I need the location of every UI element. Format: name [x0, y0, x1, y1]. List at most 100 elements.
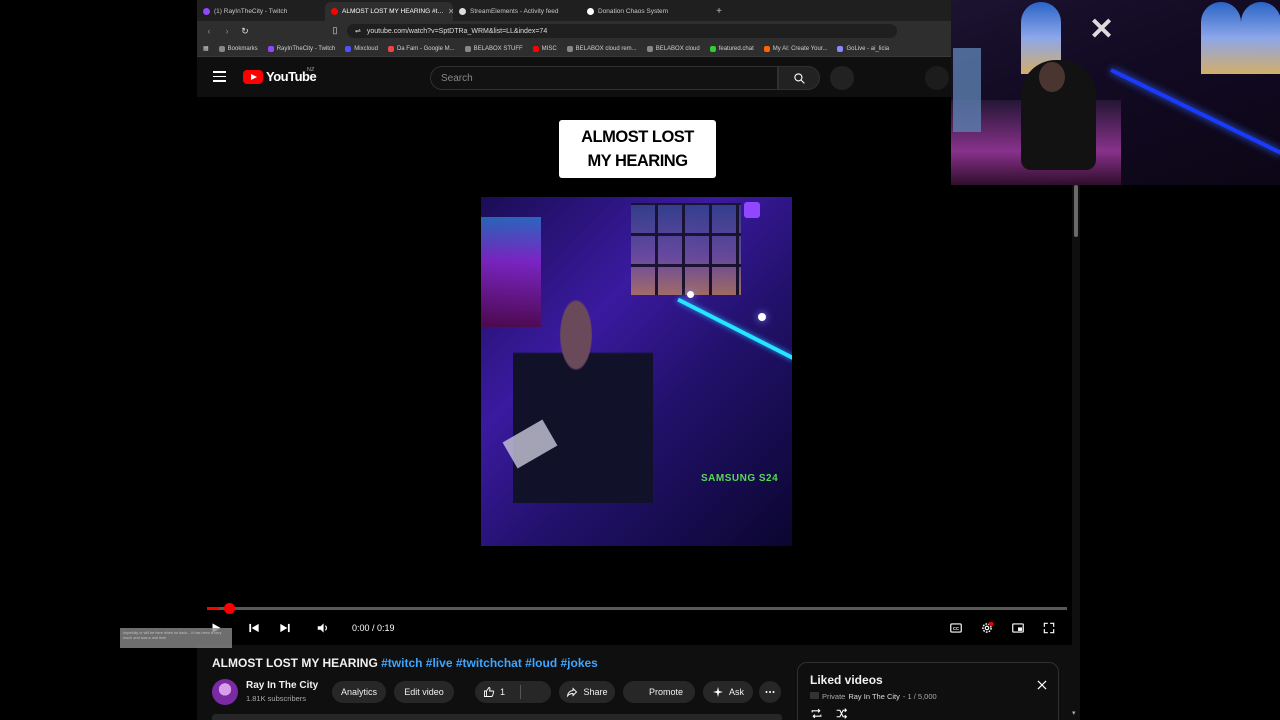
settings-button[interactable] — [978, 619, 996, 637]
country-code: NZ — [307, 67, 315, 73]
bookmark-item[interactable]: BELABOX STUFF — [464, 45, 523, 52]
bookmark-item[interactable]: Da Fam - Google M... — [387, 45, 455, 52]
site-info-icon[interactable]: ⇌ — [355, 27, 361, 35]
search-icon — [793, 72, 805, 84]
account-avatar[interactable] — [925, 66, 949, 90]
share-icon — [567, 687, 578, 698]
playlist-position: - 1 / 5,000 — [902, 692, 937, 701]
more-actions-button[interactable] — [759, 681, 781, 703]
tab-streamelements[interactable]: StreamElements - Activity feed — [453, 2, 581, 21]
tab-label: ALMOST LOST MY HEARING #t… — [342, 8, 444, 15]
previous-icon — [249, 623, 259, 633]
thumbs-up-icon — [484, 687, 495, 697]
progress-bar[interactable] — [207, 603, 1067, 614]
scroll-down-arrow-icon[interactable]: ▾ — [1072, 709, 1076, 717]
promote-button[interactable]: Promote — [623, 681, 695, 703]
time-display: 0:00 / 0:19 — [352, 623, 395, 633]
browser-window: (1) RayInTheCity - Twitch ALMOST LOST MY… — [197, 0, 1080, 720]
search-button[interactable] — [778, 66, 820, 90]
apps-icon[interactable]: ▦ — [203, 45, 209, 52]
miniplayer-button[interactable] — [1009, 619, 1027, 637]
edit-video-button[interactable]: Edit video — [394, 681, 454, 703]
loop-icon[interactable] — [810, 707, 823, 720]
playlist-privacy: Private — [822, 692, 846, 701]
like-button[interactable]: 1 — [475, 681, 551, 703]
tab-strip: (1) RayInTheCity - Twitch ALMOST LOST MY… — [197, 0, 1080, 21]
captions-icon: CC — [950, 623, 962, 633]
youtube-favicon-icon — [331, 8, 338, 15]
search-input[interactable]: Search — [430, 66, 778, 90]
bookmark-item[interactable]: Bookmarks — [218, 45, 258, 52]
volume-button[interactable] — [314, 619, 332, 637]
screen: (1) RayInTheCity - Twitch ALMOST LOST MY… — [0, 0, 1280, 720]
decor-x-icon: ✕ — [1089, 13, 1115, 46]
tab-twitch[interactable]: (1) RayInTheCity - Twitch — [197, 2, 325, 21]
close-icon — [1037, 680, 1047, 690]
previous-button[interactable] — [245, 619, 263, 637]
bookmark-item[interactable]: BELABOX cloud — [646, 45, 700, 52]
page-favicon-icon — [587, 8, 594, 15]
video-frame: SAMSUNG S24 — [481, 197, 792, 546]
ask-button[interactable]: Ask — [703, 681, 753, 703]
tab-label: StreamElements - Activity feed — [470, 8, 559, 15]
hamburger-menu-icon[interactable] — [213, 71, 226, 82]
channel-name[interactable]: Ray In The City — [246, 680, 318, 691]
youtube-play-logo-icon — [243, 69, 263, 84]
share-button[interactable]: Share — [559, 681, 615, 703]
subscriber-count: 1.81K subscribers — [246, 694, 307, 703]
like-count: 1 — [500, 687, 506, 697]
scrubber-handle[interactable] — [224, 603, 235, 614]
playlist-owner[interactable]: Ray In The City — [848, 692, 900, 701]
address-bar[interactable]: ⇌ youtube.com/watch?v=SptDTRa_WRM&list=L… — [347, 24, 897, 38]
bookmark-item[interactable]: Mixcloud — [345, 45, 378, 52]
bookmark-item[interactable]: GoLive - ai_licia — [837, 45, 889, 52]
voice-search-button[interactable] — [830, 66, 854, 90]
twitch-favicon-icon — [203, 8, 210, 15]
close-playlist-button[interactable] — [1035, 678, 1049, 692]
streamelements-favicon-icon — [459, 8, 466, 15]
bookmark-item[interactable]: My AI: Create Your... — [763, 45, 827, 52]
bookmark-item[interactable]: MISC — [532, 45, 557, 52]
playlist-title[interactable]: Liked videos — [810, 673, 883, 687]
youtube-logo[interactable]: YouTube — [243, 69, 317, 84]
chat-notification: hopefully ur will be here when im back..… — [120, 628, 232, 648]
tab-youtube[interactable]: ALMOST LOST MY HEARING #t… ✕ — [325, 2, 453, 21]
lock-icon — [810, 692, 819, 699]
forward-icon[interactable]: › — [221, 26, 233, 36]
browser-toolbar: ‹ › ↻ ▯ ⇌ youtube.com/watch?v=SptDTRa_WR… — [197, 21, 1080, 41]
playlist-panel: Liked videos Private Ray In The City - 1… — [797, 662, 1059, 720]
video-player[interactable]: ALMOST LOST MY HEARING SAMSUNG S24 0:00 … — [197, 97, 1080, 645]
description-box-top[interactable] — [212, 714, 782, 720]
youtube-header: YouTube NZ Search — [197, 57, 1080, 97]
svg-text:CC: CC — [953, 626, 959, 631]
bookmark-item[interactable]: BELABOX cloud rem... — [566, 45, 637, 52]
new-tab-icon[interactable]: + — [709, 2, 729, 21]
captions-button[interactable]: CC — [947, 619, 965, 637]
miniplayer-icon — [1012, 623, 1024, 633]
reload-icon[interactable]: ↻ — [239, 26, 251, 37]
streamer-figure — [513, 293, 653, 503]
tab-label: (1) RayInTheCity - Twitch — [214, 8, 288, 15]
video-overlay-title: ALMOST LOST MY HEARING — [559, 120, 716, 178]
shuffle-icon[interactable] — [835, 707, 848, 720]
scrollbar-thumb[interactable] — [1074, 185, 1078, 237]
page-scrollbar[interactable]: ▾ — [1072, 185, 1080, 720]
volume-icon — [317, 623, 328, 633]
analytics-button[interactable]: Analytics — [332, 681, 386, 703]
bookmark-item[interactable]: featured.chat — [709, 45, 754, 52]
fullscreen-icon — [1043, 622, 1055, 634]
bookmark-star-icon[interactable]: ▯ — [329, 25, 341, 36]
video-title: ALMOST LOST MY HEARING #twitch #live #tw… — [212, 656, 598, 670]
bookmark-item[interactable]: RayInTheCity - Twitch — [267, 45, 335, 52]
back-icon[interactable]: ‹ — [203, 26, 215, 36]
next-button[interactable] — [276, 619, 294, 637]
overlay-title-line: MY HEARING — [587, 152, 688, 170]
tab-donation[interactable]: Donation Chaos System — [581, 2, 709, 21]
video-hashtags[interactable]: #twitch #live #twitchchat #loud #jokes — [381, 656, 598, 670]
fullscreen-button[interactable] — [1040, 619, 1058, 637]
sparkle-icon — [712, 687, 723, 697]
channel-avatar[interactable] — [212, 679, 238, 705]
player-controls: 0:00 / 0:19 CC — [197, 617, 1080, 639]
owner-row: Ray In The City 1.81K subscribers Analyt… — [212, 678, 792, 706]
twitch-logo-icon — [744, 202, 760, 218]
